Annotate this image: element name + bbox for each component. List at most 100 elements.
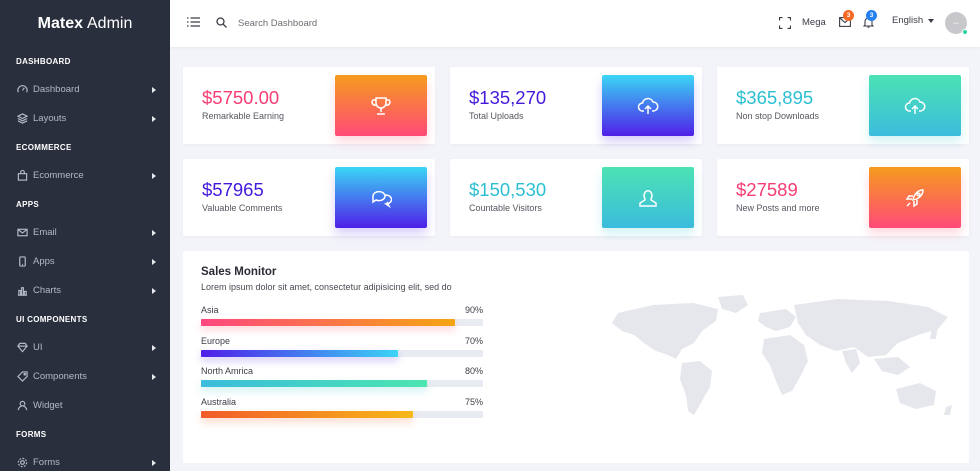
sidebar-item-components[interactable]: Components [0, 362, 170, 391]
progress-label: Europe [201, 336, 231, 346]
sidebar-item-label: Dashboard [33, 84, 80, 95]
section-apps: APPS [16, 199, 39, 209]
sales-monitor-panel: Sales Monitor Lorem ipsum dolor sit amet… [183, 251, 969, 463]
section-dashboard: DASHBOARD [16, 56, 71, 66]
mail-icon [17, 228, 28, 237]
stat-value: $135,270 [469, 87, 547, 108]
shopping-bag-icon [17, 170, 28, 181]
stat-value: $5750.00 [202, 87, 280, 108]
section-ecommerce: ECOMMERCE [16, 142, 72, 152]
sidebar-item-label: Layouts [33, 113, 67, 124]
progress-track [201, 380, 483, 387]
brand-rest: Admin [87, 14, 133, 32]
caret-down-icon [928, 18, 935, 23]
map-australia [896, 383, 936, 409]
gear-icon [17, 457, 28, 468]
users-icon [17, 400, 28, 411]
sidebar-item-forms[interactable]: Forms [0, 448, 170, 471]
section-forms: FORMS [16, 429, 47, 439]
notification-count-badge: 3 [866, 10, 877, 21]
menu-icon[interactable] [187, 17, 200, 27]
topbar: Mega 3 3 English img [170, 0, 980, 47]
stat-value: $57965 [202, 179, 264, 200]
diamond-icon [17, 342, 28, 353]
chevron-right-icon [152, 287, 156, 294]
comments-icon [372, 190, 392, 208]
language-selector[interactable]: English [892, 15, 935, 26]
sidebar-item-ecommerce[interactable]: Ecommerce [0, 161, 170, 190]
phone-icon [19, 256, 26, 267]
stat-label: Countable Visitors [469, 203, 542, 213]
progress-europe: Europe 70% [201, 336, 483, 357]
stat-label: Valuable Comments [202, 203, 283, 213]
map-europe [758, 309, 796, 331]
sidebar-item-label: UI [33, 342, 43, 353]
sidebar-item-dashboard[interactable]: Dashboard [0, 75, 170, 104]
panel-subtitle: Lorem ipsum dolor sit amet, consectetur … [201, 282, 452, 292]
sidebar-item-label: Ecommerce [33, 170, 84, 181]
language-label: English [892, 15, 924, 26]
chevron-right-icon [152, 344, 156, 351]
chevron-right-icon [152, 373, 156, 380]
user-icon [639, 189, 657, 207]
progress-percent: 70% [464, 336, 483, 346]
progress-label: Asia [201, 305, 219, 315]
sidebar-item-label: Forms [33, 457, 60, 468]
brand-logo[interactable]: Matex Admin [0, 0, 170, 47]
stat-card-posts: $27589 New Posts and more [717, 159, 969, 236]
stat-icon-tile [602, 167, 694, 228]
search-input[interactable] [238, 14, 438, 32]
chevron-right-icon [152, 459, 156, 466]
bar-chart-icon [17, 287, 28, 296]
sidebar-item-label: Email [33, 227, 57, 238]
stat-icon-tile [335, 167, 427, 228]
map-north-america [612, 303, 718, 359]
stat-icon-tile [602, 75, 694, 136]
map-new-zealand [944, 405, 952, 415]
progress-percent: 80% [464, 366, 483, 376]
section-ui-components: UI COMPONENTS [16, 314, 88, 324]
map-asia [794, 299, 948, 357]
chevron-right-icon [152, 172, 156, 179]
stat-card-comments: $57965 Valuable Comments [183, 159, 435, 236]
map-africa [762, 335, 808, 395]
mega-menu-link[interactable]: Mega [802, 17, 826, 28]
trophy-icon [371, 96, 391, 115]
sidebar-item-email[interactable]: Email [0, 218, 170, 247]
stat-value: $365,895 [736, 87, 814, 108]
progress-label: North Amrica [201, 366, 254, 376]
tag-icon [17, 371, 28, 382]
stat-label: Non stop Downloads [736, 111, 820, 121]
sidebar-item-widget[interactable]: Widget [0, 391, 170, 420]
progress-north-america: North Amrica 80% [201, 366, 483, 387]
chevron-right-icon [152, 86, 156, 93]
stat-card-visitors: $150,530 Countable Visitors [450, 159, 702, 236]
sidebar-item-ui[interactable]: UI [0, 333, 170, 362]
sidebar-item-layouts[interactable]: Layouts [0, 104, 170, 133]
stat-card-earning: $5750.00 Remarkable Earning [183, 67, 435, 144]
mail-count-badge: 3 [843, 10, 854, 21]
stat-label: Remarkable Earning [202, 111, 285, 121]
cloud-upload-icon [637, 97, 659, 114]
map-india [842, 349, 860, 373]
sidebar: Matex Admin DASHBOARD Dashboard Layouts … [0, 0, 170, 471]
brand-bold: Matex [37, 14, 83, 32]
layers-icon [17, 113, 28, 124]
sidebar-item-apps[interactable]: Apps [0, 247, 170, 276]
fullscreen-icon[interactable] [779, 17, 791, 29]
map-south-america [680, 361, 712, 415]
sidebar-item-charts[interactable]: Charts [0, 276, 170, 305]
chevron-right-icon [152, 115, 156, 122]
search-icon[interactable] [216, 17, 227, 28]
map-greenland [718, 295, 748, 313]
world-map [612, 295, 952, 415]
progress-track [201, 319, 483, 326]
stat-icon-tile [335, 75, 427, 136]
sidebar-item-label: Apps [33, 256, 55, 267]
avatar-text: img [953, 21, 959, 25]
progress-fill [201, 350, 399, 357]
stat-icon-tile [869, 167, 961, 228]
stat-value: $150,530 [469, 179, 547, 200]
progress-fill [201, 411, 413, 418]
chevron-right-icon [152, 258, 156, 265]
